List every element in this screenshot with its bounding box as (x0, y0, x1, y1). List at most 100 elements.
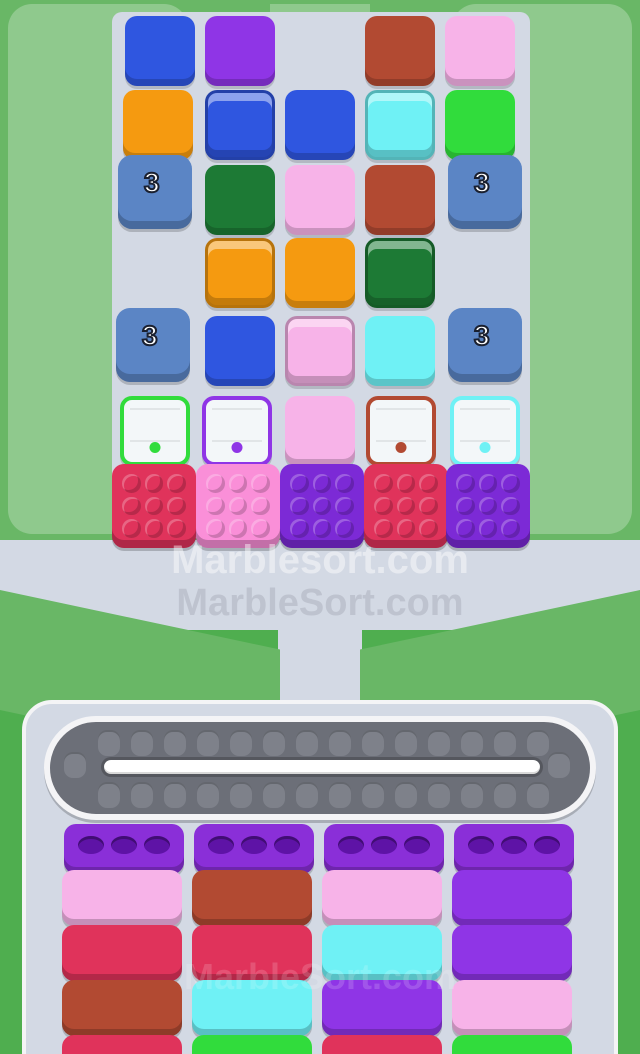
marble (374, 474, 393, 493)
block-tile[interactable] (205, 90, 275, 160)
block-tile[interactable] (445, 16, 515, 86)
queued-cup (452, 925, 572, 981)
marble (374, 519, 393, 538)
marble (478, 474, 498, 493)
marble (251, 496, 270, 516)
block-tile[interactable] (205, 316, 275, 386)
block-tile[interactable] (123, 90, 193, 160)
marble-hole (338, 836, 364, 854)
marble-box[interactable] (280, 464, 364, 548)
block-tile[interactable] (445, 90, 515, 160)
block-tile[interactable] (285, 238, 355, 308)
block-tile[interactable] (125, 16, 195, 86)
locked-counter-block[interactable]: 3 (448, 308, 522, 382)
glass-block[interactable] (366, 396, 436, 466)
marble (501, 474, 520, 493)
block-tile[interactable] (365, 165, 435, 235)
marble (312, 496, 332, 516)
marble-hole (534, 836, 560, 854)
counter-value: 3 (143, 166, 161, 199)
block-tile[interactable] (205, 238, 275, 308)
marble (206, 519, 225, 538)
marble (167, 519, 186, 538)
conveyor-slot (230, 730, 252, 756)
marble (419, 474, 438, 493)
marble (312, 474, 332, 493)
conveyor-slot (197, 782, 219, 808)
conveyor-slot (263, 730, 285, 756)
counter-value: 3 (141, 319, 159, 352)
marble-box[interactable] (446, 464, 530, 548)
conveyor-slot (131, 782, 153, 808)
marble (456, 496, 475, 516)
marble (122, 496, 141, 516)
conveyor-slot (428, 730, 450, 756)
conveyor-slot (263, 782, 285, 808)
marble (251, 519, 270, 538)
collector-cup[interactable] (194, 824, 314, 874)
block-tile[interactable] (205, 165, 275, 235)
conveyor-slot (98, 730, 120, 756)
marble-hole (241, 836, 267, 854)
game-screen: 3333 Marblesort.com MarbleSort.com Marbl… (0, 0, 640, 1054)
locked-counter-block[interactable]: 3 (448, 155, 522, 229)
conveyor-slot (494, 730, 516, 756)
block-tile[interactable] (285, 316, 355, 386)
marble (456, 474, 475, 493)
marble-hole (144, 836, 170, 854)
block-tile[interactable] (285, 90, 355, 160)
conveyor-slot (131, 730, 153, 756)
queued-cup (192, 980, 312, 1036)
marble (335, 519, 354, 538)
marble (419, 496, 438, 516)
conveyor-slot (527, 782, 549, 808)
block-tile[interactable] (285, 396, 355, 466)
conveyor-slot (164, 730, 186, 756)
locked-counter-block[interactable]: 3 (116, 308, 190, 382)
conveyor-slot (395, 730, 417, 756)
marble (374, 496, 393, 516)
conveyor-slot (296, 730, 318, 756)
marble-box[interactable] (364, 464, 448, 548)
conveyor-slot (494, 782, 516, 808)
conveyor-slot (296, 782, 318, 808)
marble-hole (274, 836, 300, 854)
queued-cup (322, 980, 442, 1036)
queued-cup (452, 870, 572, 926)
queued-cup (62, 980, 182, 1036)
conveyor-slot (197, 730, 219, 756)
collector-cup[interactable] (454, 824, 574, 874)
marble-hole (111, 836, 137, 854)
conveyor-slot (362, 730, 384, 756)
glass-block[interactable] (202, 396, 272, 466)
collector-cup[interactable] (324, 824, 444, 874)
glass-block[interactable] (450, 396, 520, 466)
marble (419, 519, 438, 538)
marble-box[interactable] (196, 464, 280, 548)
locked-counter-block[interactable]: 3 (118, 155, 192, 229)
block-tile[interactable] (365, 16, 435, 86)
block-tile[interactable] (285, 165, 355, 235)
glass-block[interactable] (120, 396, 190, 466)
block-tile[interactable] (365, 90, 435, 160)
marble-hole (468, 836, 494, 854)
conveyor-slot (428, 782, 450, 808)
block-tile[interactable] (365, 316, 435, 386)
queued-cup (322, 870, 442, 926)
queued-cup (322, 1035, 442, 1054)
queued-cup (62, 870, 182, 926)
block-tile[interactable] (205, 16, 275, 86)
conveyor-slot (395, 782, 417, 808)
block-tile[interactable] (365, 238, 435, 308)
glass-shine (460, 408, 510, 442)
marble (501, 519, 520, 538)
marble (478, 496, 498, 516)
conveyor-slot (230, 782, 252, 808)
marble (335, 496, 354, 516)
marble (206, 496, 225, 516)
collector-cup[interactable] (64, 824, 184, 874)
conveyor-slot (329, 782, 351, 808)
marble-box[interactable] (112, 464, 196, 548)
queued-cup (192, 870, 312, 926)
marble (456, 519, 475, 538)
